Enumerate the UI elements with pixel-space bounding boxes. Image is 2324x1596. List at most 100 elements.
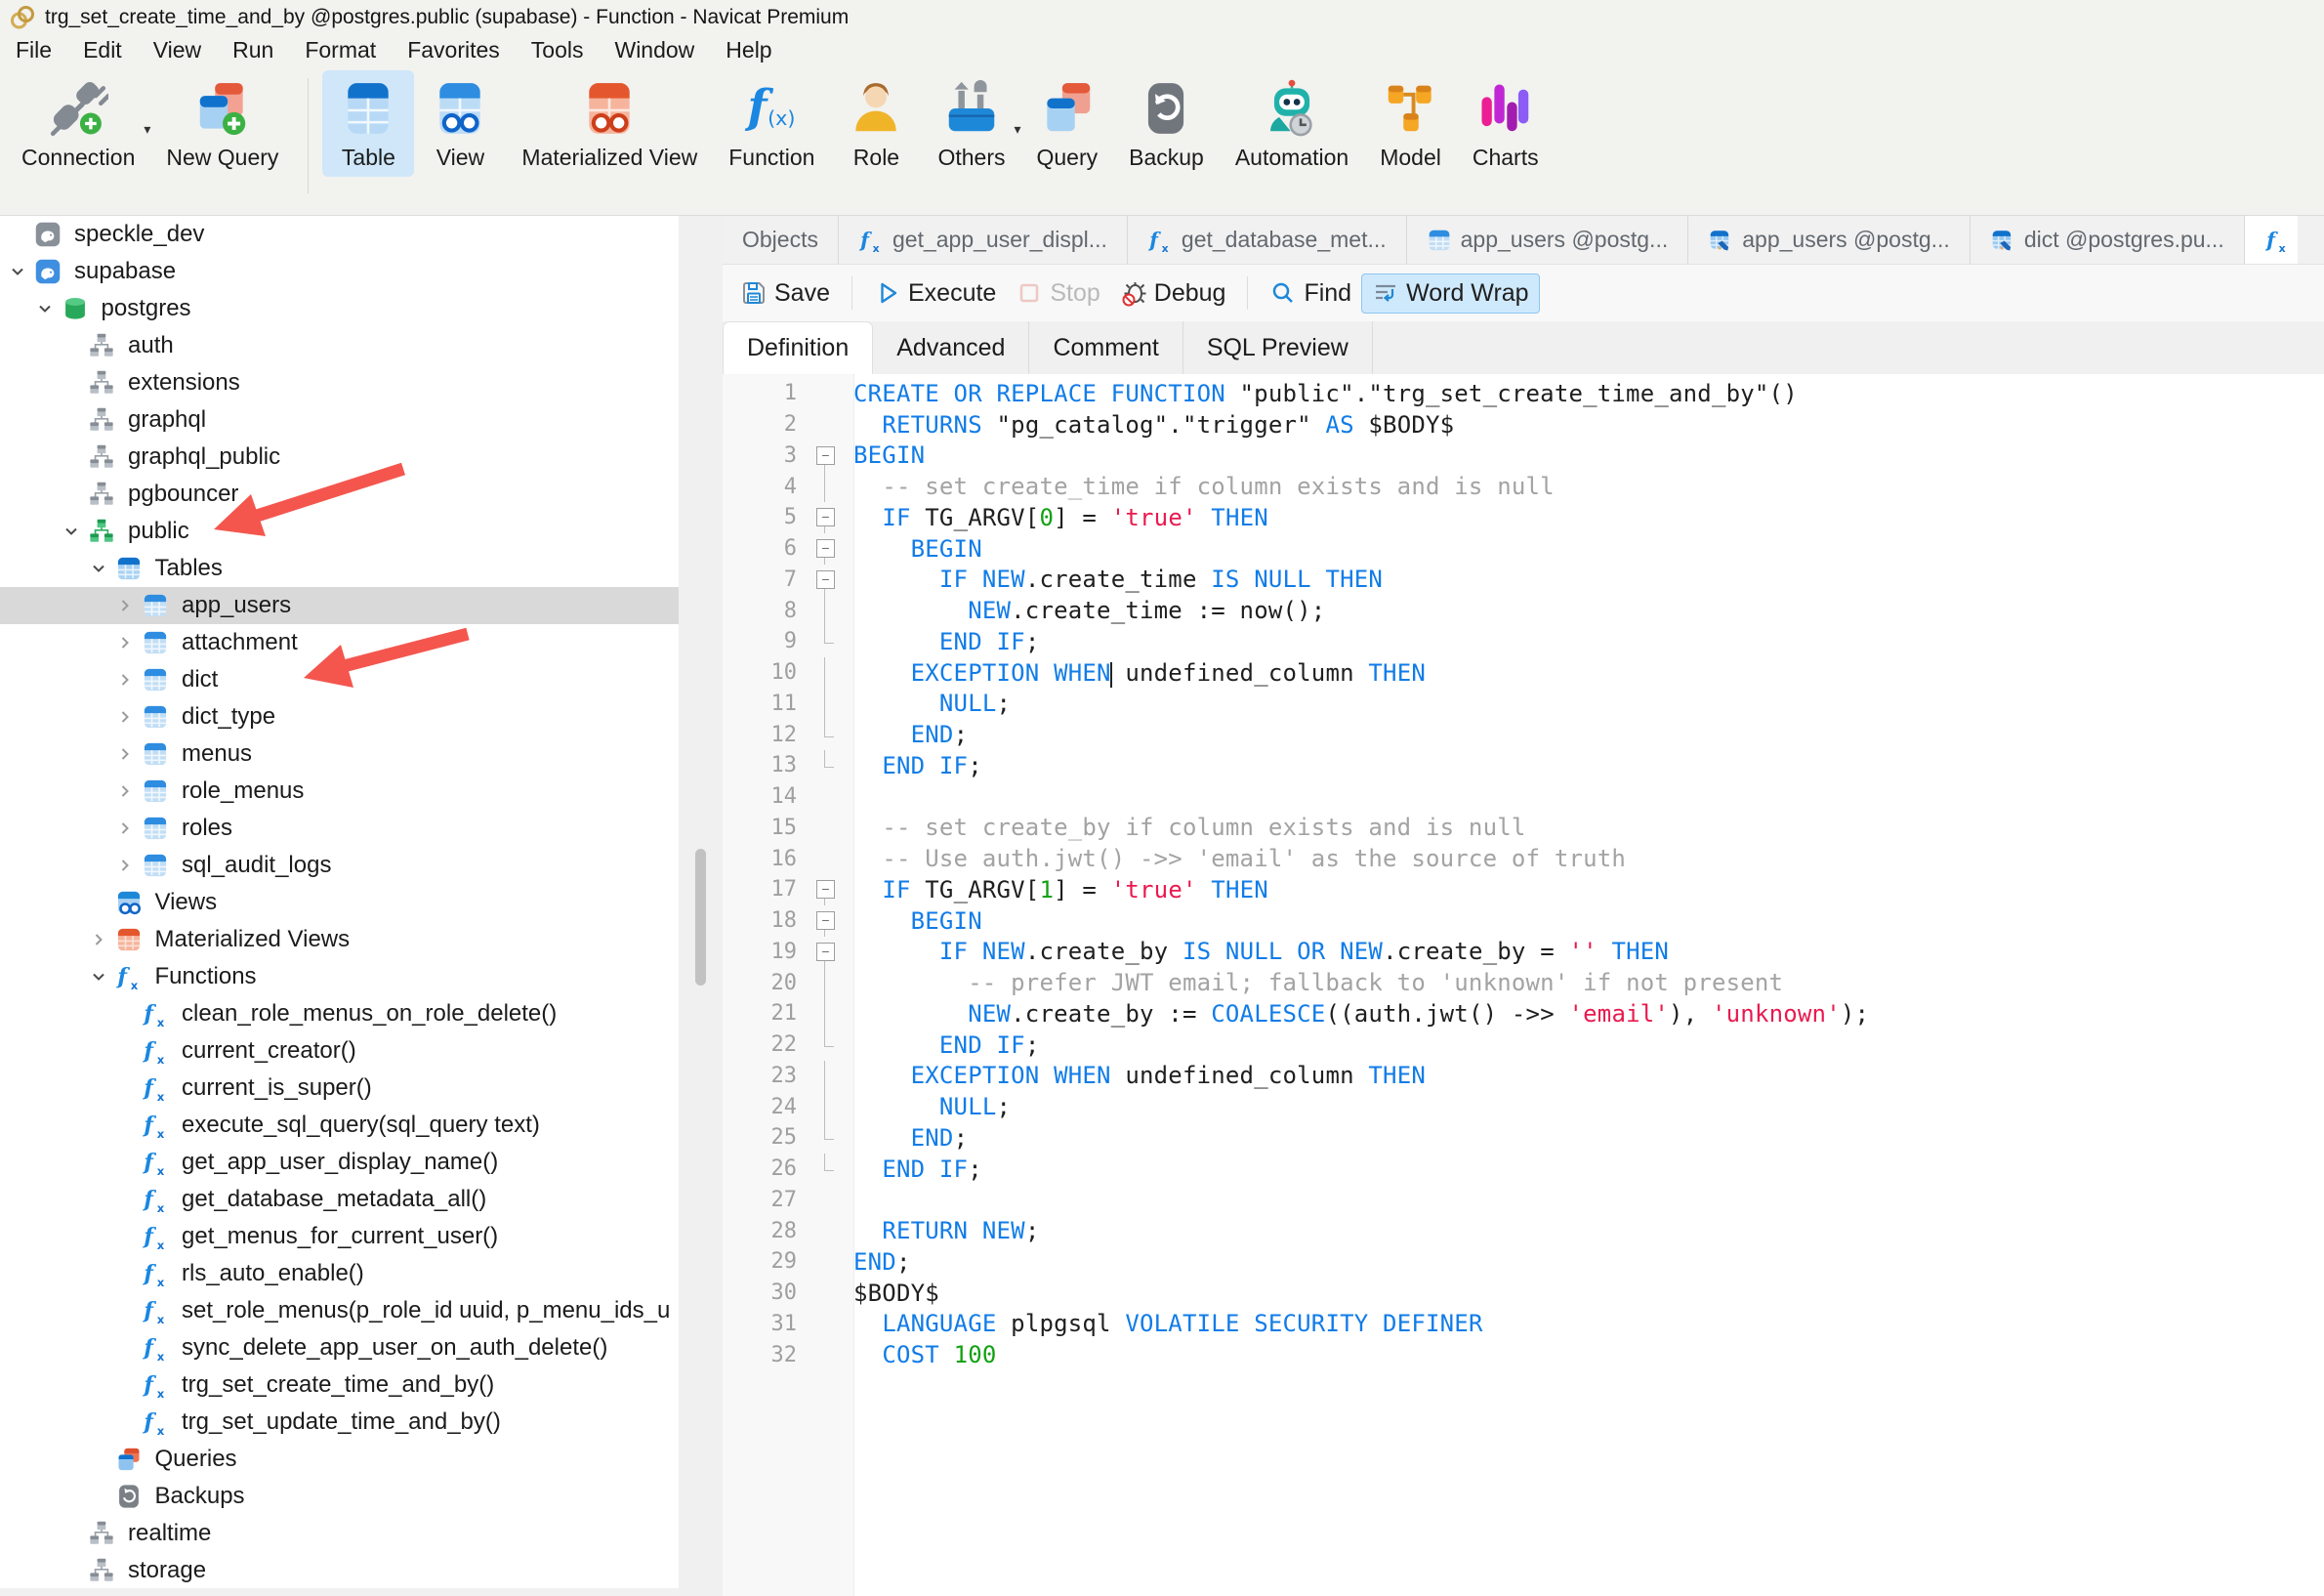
- tree-item-sql-audit-logs[interactable]: sql_audit_logs: [0, 847, 679, 884]
- sql-editor[interactable]: 1CREATE OR REPLACE FUNCTION "public"."tr…: [723, 374, 2324, 1596]
- tree-item-extensions[interactable]: extensions: [0, 364, 679, 401]
- tree-item-graphql[interactable]: graphql: [0, 401, 679, 439]
- tree-item-realtime[interactable]: realtime: [0, 1515, 679, 1552]
- chevron-right-icon[interactable]: [115, 819, 142, 838]
- chevron-right-icon[interactable]: [89, 930, 115, 949]
- tree-item-get-database-metadata-all[interactable]: fxget_database_metadata_all(): [0, 1181, 679, 1218]
- tree-item-dict-type[interactable]: dict_type: [0, 698, 679, 735]
- tree-item-pgbouncer[interactable]: pgbouncer: [0, 476, 679, 513]
- sidebar-hscrollbar[interactable]: [0, 1588, 679, 1596]
- toolbar-model[interactable]: Model: [1364, 70, 1457, 177]
- chevron-right-icon[interactable]: [115, 596, 142, 615]
- fold-toggle[interactable]: [797, 533, 853, 565]
- tree-item-clean-role-menus-on-role-delete[interactable]: fxclean_role_menus_on_role_delete(): [0, 995, 679, 1032]
- tree-item-current-creator[interactable]: fxcurrent_creator(): [0, 1032, 679, 1070]
- chevron-right-icon[interactable]: [115, 781, 142, 801]
- toolbar-view[interactable]: View: [414, 70, 506, 177]
- fold-toggle[interactable]: [797, 874, 853, 905]
- chevron-down-icon[interactable]: ▾: [1014, 121, 1020, 138]
- chevron-right-icon[interactable]: [115, 707, 142, 727]
- tree-item-public[interactable]: public: [0, 513, 679, 550]
- object-tab-dict-postgres-pu[interactable]: dict @postgres.pu...: [1971, 216, 2245, 264]
- chevron-down-icon[interactable]: [89, 967, 115, 987]
- toolbar-automation[interactable]: Automation: [1220, 70, 1364, 177]
- menu-view[interactable]: View: [138, 37, 217, 63]
- menu-run[interactable]: Run: [217, 37, 289, 63]
- menu-help[interactable]: Help: [710, 37, 787, 63]
- tree-item-app-users[interactable]: app_users: [0, 587, 679, 624]
- tree-item-speckle-dev[interactable]: speckle_dev: [0, 216, 679, 253]
- save-button[interactable]: Save: [730, 274, 840, 313]
- toolbar-connection[interactable]: ▾Connection: [6, 70, 150, 177]
- menu-favorites[interactable]: Favorites: [392, 37, 516, 63]
- object-tab-get-database-met[interactable]: fxget_database_met...: [1128, 216, 1407, 264]
- tab-definition[interactable]: Definition: [723, 321, 873, 374]
- tree-item-functions[interactable]: fxFunctions: [0, 958, 679, 995]
- tree-item-storage[interactable]: storage: [0, 1552, 679, 1589]
- tree-item-backups[interactable]: Backups: [0, 1478, 679, 1515]
- tree-item-menus[interactable]: menus: [0, 735, 679, 773]
- chevron-right-icon[interactable]: [115, 633, 142, 652]
- object-tab-app-users-postg[interactable]: app_users @postg...: [1407, 216, 1689, 264]
- sidebar-scrollbar[interactable]: [679, 216, 723, 1596]
- toolbar-materialized-view[interactable]: Materialized View: [506, 70, 713, 177]
- fold-toggle[interactable]: [797, 905, 853, 937]
- tree-item-tables[interactable]: Tables: [0, 550, 679, 587]
- tree-item-materialized-views[interactable]: Materialized Views: [0, 921, 679, 958]
- debug-button[interactable]: Debug: [1110, 274, 1236, 313]
- execute-button[interactable]: Execute: [864, 274, 1006, 313]
- fold-toggle[interactable]: [797, 937, 853, 968]
- tree-item-queries[interactable]: Queries: [0, 1441, 679, 1478]
- tree-item-postgres[interactable]: postgres: [0, 290, 679, 327]
- object-tab-app-users-postg[interactable]: app_users @postg...: [1688, 216, 1971, 264]
- tree-item-set-role-menus-p-role-id-uuid-p-menu-ids-u[interactable]: fxset_role_menus(p_role_id uuid, p_menu_…: [0, 1292, 679, 1329]
- menu-tools[interactable]: Tools: [516, 37, 600, 63]
- tree-item-dict[interactable]: dict: [0, 661, 679, 698]
- toolbar-query[interactable]: Query: [1020, 70, 1113, 177]
- scrollbar-thumb[interactable]: [695, 849, 706, 986]
- chevron-right-icon[interactable]: [115, 670, 142, 690]
- tree-item-trg-set-update-time-and-by[interactable]: fxtrg_set_update_time_and_by(): [0, 1404, 679, 1441]
- stop-button[interactable]: Stop: [1006, 274, 1109, 313]
- tree-item-sync-delete-app-user-on-auth-delete[interactable]: fxsync_delete_app_user_on_auth_delete(): [0, 1329, 679, 1366]
- tree-item-auth[interactable]: auth: [0, 327, 679, 364]
- object-tab-get-app-user-displ[interactable]: fxget_app_user_displ...: [839, 216, 1128, 264]
- chevron-down-icon[interactable]: [62, 522, 88, 541]
- tree-item-attachment[interactable]: attachment: [0, 624, 679, 661]
- fold-toggle[interactable]: [797, 502, 853, 533]
- toolbar-backup[interactable]: Backup: [1113, 70, 1220, 177]
- menu-format[interactable]: Format: [289, 37, 392, 63]
- toolbar-charts[interactable]: Charts: [1457, 70, 1555, 177]
- toolbar-function[interactable]: f(x)Function: [713, 70, 830, 177]
- tree-item-rls-auto-enable[interactable]: fxrls_auto_enable(): [0, 1255, 679, 1292]
- object-tab-t[interactable]: fxt: [2245, 216, 2298, 264]
- tree-item-current-is-super[interactable]: fxcurrent_is_super(): [0, 1070, 679, 1107]
- tree-item-role-menus[interactable]: role_menus: [0, 773, 679, 810]
- chevron-down-icon[interactable]: [8, 262, 34, 281]
- menu-window[interactable]: Window: [599, 37, 710, 63]
- toolbar-others[interactable]: ▾Others: [922, 70, 1020, 177]
- word-wrap-button[interactable]: Word Wrap: [1361, 273, 1540, 314]
- tree-item-roles[interactable]: roles: [0, 810, 679, 847]
- object-tab-objects[interactable]: Objects: [723, 216, 839, 264]
- chevron-right-icon[interactable]: [115, 856, 142, 875]
- chevron-down-icon[interactable]: [89, 559, 115, 578]
- toolbar-table[interactable]: Table: [322, 70, 414, 177]
- tree-item-get-menus-for-current-user[interactable]: fxget_menus_for_current_user(): [0, 1218, 679, 1255]
- menu-file[interactable]: File: [0, 37, 67, 63]
- toolbar-role[interactable]: Role: [830, 70, 922, 177]
- chevron-down-icon[interactable]: [35, 299, 62, 318]
- chevron-down-icon[interactable]: ▾: [144, 121, 150, 138]
- tree-item-views[interactable]: Views: [0, 884, 679, 921]
- tree-item-execute-sql-query-sql-query-text[interactable]: fxexecute_sql_query(sql_query text): [0, 1107, 679, 1144]
- tree-item-graphql-public[interactable]: graphql_public: [0, 439, 679, 476]
- menu-edit[interactable]: Edit: [67, 37, 138, 63]
- fold-toggle[interactable]: [797, 565, 853, 596]
- toolbar-new-query[interactable]: New Query: [150, 70, 294, 177]
- tab-comment[interactable]: Comment: [1029, 321, 1183, 374]
- tab-sql-preview[interactable]: SQL Preview: [1183, 321, 1373, 374]
- find-button[interactable]: Find: [1260, 274, 1361, 313]
- tree-item-trg-set-create-time-and-by[interactable]: fxtrg_set_create_time_and_by(): [0, 1366, 679, 1404]
- tree-item-supabase[interactable]: supabase: [0, 253, 679, 290]
- tab-advanced[interactable]: Advanced: [873, 321, 1029, 374]
